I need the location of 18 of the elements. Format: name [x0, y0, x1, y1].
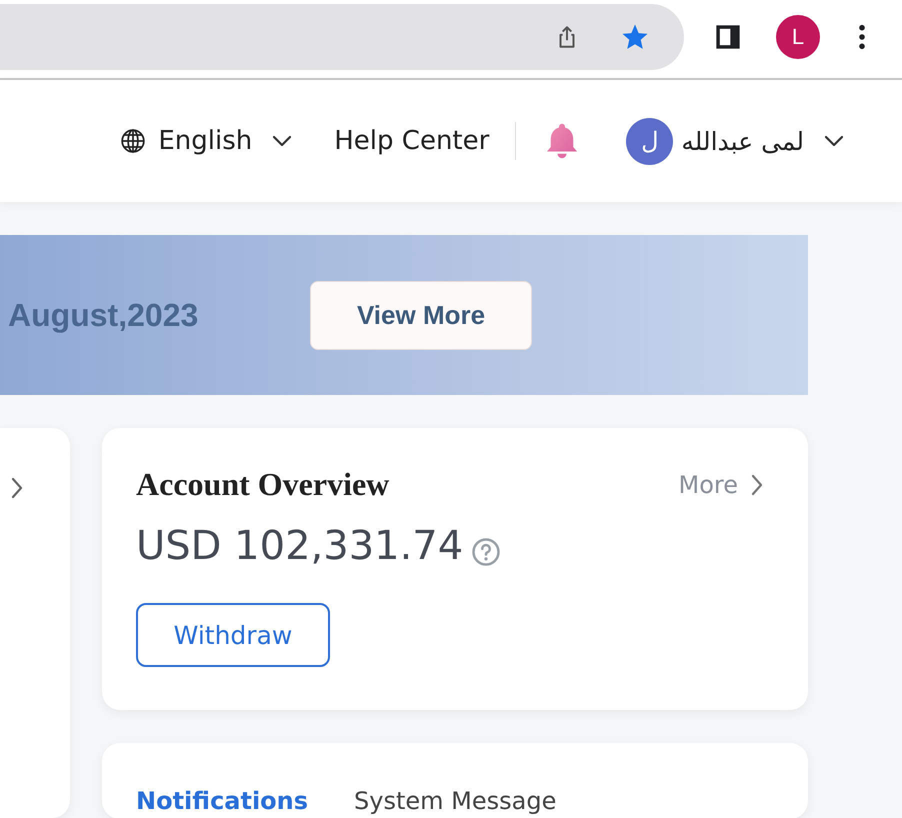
chevron-right-icon[interactable]	[750, 472, 764, 496]
help-icon[interactable]	[471, 537, 502, 567]
view-more-button[interactable]: View More	[310, 280, 532, 350]
banner-date: August,2023	[8, 296, 200, 334]
withdraw-button[interactable]: Withdraw	[136, 603, 330, 667]
menu-icon[interactable]	[858, 24, 866, 50]
profile-avatar[interactable]: L	[776, 15, 820, 59]
tab[interactable]: System Message	[354, 787, 556, 815]
chevron-right-icon[interactable]	[10, 476, 24, 500]
help-center-link[interactable]: Help Center	[334, 126, 490, 156]
globe-icon	[120, 128, 146, 154]
user-avatar[interactable]: ل	[626, 118, 674, 164]
card-title: Account Overview	[136, 466, 390, 503]
user-name[interactable]: لمى عبدالله	[681, 126, 804, 156]
language-selector[interactable]: English	[158, 126, 252, 156]
side-panel-icon[interactable]	[714, 23, 742, 51]
tab[interactable]: Notifications	[136, 787, 308, 815]
balance-amount: USD 102,331.74	[136, 523, 464, 569]
